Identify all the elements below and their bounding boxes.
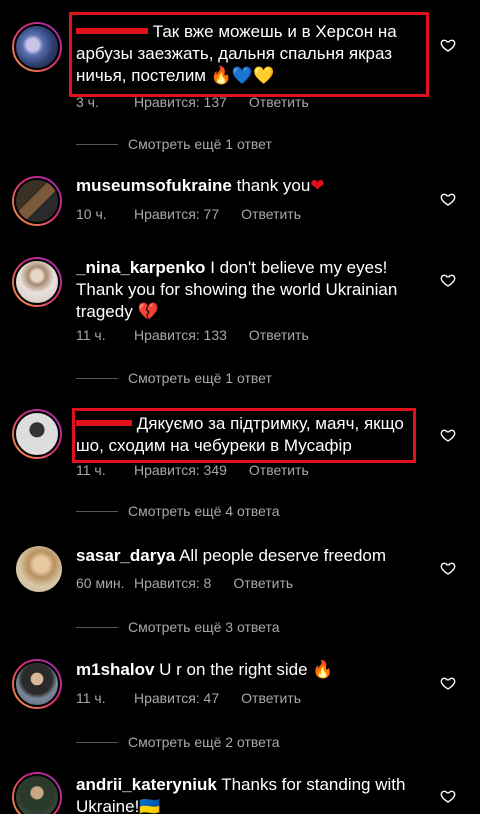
divider <box>76 377 118 379</box>
blue-heart-emoji: 💙 <box>231 66 254 85</box>
heart-outline-icon[interactable] <box>440 272 456 288</box>
reply-button[interactable]: Ответить <box>249 462 309 478</box>
username[interactable]: sasar_darya <box>76 546 175 565</box>
comment-meta: 60 мин. Нравится: 8 Ответить <box>76 575 293 591</box>
fire-emoji: 🔥 <box>312 660 334 679</box>
comment-text: museumsofukraine thank you❤ <box>76 176 325 195</box>
avatar[interactable] <box>12 772 62 814</box>
comment-meta: 3 ч. Нравится: 137 Ответить <box>76 94 309 110</box>
fire-emoji: 🔥 <box>210 66 232 85</box>
comment-text: Так вже можешь и в Херсон на арбузы заез… <box>76 22 397 85</box>
view-replies[interactable]: Смотреть ещё 1 ответ <box>76 136 376 152</box>
comment-meta: 10 ч. Нравится: 77 Ответить <box>76 206 301 222</box>
heart-outline-icon[interactable] <box>440 788 456 804</box>
avatar[interactable] <box>16 546 62 592</box>
avatar[interactable] <box>12 659 62 709</box>
view-replies[interactable]: Смотреть ещё 3 ответа <box>76 619 376 635</box>
divider <box>76 510 118 512</box>
comment-text: Дякуємо за підтримку, маяч, якщо шо, схо… <box>76 414 404 455</box>
yellow-heart-emoji: 💛 <box>253 66 275 85</box>
view-replies[interactable]: Смотреть ещё 1 ответ <box>76 370 376 386</box>
divider <box>76 626 118 628</box>
avatar[interactable] <box>12 22 62 72</box>
heart-outline-icon[interactable] <box>440 37 456 53</box>
comment-text: m1shalov U r on the right side 🔥 <box>76 660 334 679</box>
comment-time: 3 ч. <box>76 94 99 110</box>
comment-text: andrii_kateryniuk Thanks for standing wi… <box>76 775 406 814</box>
comment-time: 11 ч. <box>76 690 106 706</box>
comment-time: 11 ч. <box>76 462 106 478</box>
comment-time: 60 мин. <box>76 575 125 591</box>
likes-count[interactable]: Нравится: 133 <box>134 327 227 343</box>
avatar[interactable] <box>12 409 62 459</box>
reply-button[interactable]: Ответить <box>249 94 309 110</box>
reply-button[interactable]: Ответить <box>241 206 301 222</box>
likes-count[interactable]: Нравится: 349 <box>134 462 227 478</box>
likes-count[interactable]: Нравится: 8 <box>134 575 211 591</box>
heart-outline-icon[interactable] <box>440 560 456 576</box>
divider <box>76 143 118 145</box>
heart-outline-icon[interactable] <box>440 675 456 691</box>
likes-count[interactable]: Нравится: 77 <box>134 206 219 222</box>
view-replies[interactable]: Смотреть ещё 2 ответа <box>76 734 376 750</box>
likes-count[interactable]: Нравится: 137 <box>134 94 227 110</box>
view-replies[interactable]: Смотреть ещё 4 ответа <box>76 503 376 519</box>
avatar[interactable] <box>12 176 62 226</box>
comment-meta: 11 ч. Нравится: 47 Ответить <box>76 690 301 706</box>
comment-meta: 11 ч. Нравится: 349 Ответить <box>76 462 309 478</box>
reply-button[interactable]: Ответить <box>249 327 309 343</box>
comment-text: sasar_darya All people deserve freedom <box>76 546 387 565</box>
ukraine-flag-emoji: 🇺🇦 <box>139 797 161 814</box>
comment-text: _nina_karpenko I don't believe my eyes! … <box>76 258 398 321</box>
avatar[interactable] <box>12 257 62 307</box>
username[interactable]: _nina_karpenko <box>76 258 205 277</box>
red-heart-emoji: ❤ <box>310 176 325 195</box>
comment-time: 11 ч. <box>76 327 106 343</box>
likes-count[interactable]: Нравится: 47 <box>134 690 219 706</box>
username[interactable]: andrii_kateryniuk <box>76 775 217 794</box>
username[interactable]: museumsofukraine <box>76 176 232 195</box>
comment-meta: 11 ч. Нравится: 133 Ответить <box>76 327 309 343</box>
broken-heart-emoji: 💔 <box>137 302 159 321</box>
heart-outline-icon[interactable] <box>440 427 456 443</box>
username[interactable]: m1shalov <box>76 660 154 679</box>
redacted-username <box>76 419 132 426</box>
redacted-username <box>76 27 148 34</box>
reply-button[interactable]: Ответить <box>241 690 301 706</box>
comment-time: 10 ч. <box>76 206 107 222</box>
divider <box>76 741 118 743</box>
heart-outline-icon[interactable] <box>440 191 456 207</box>
reply-button[interactable]: Ответить <box>233 575 293 591</box>
